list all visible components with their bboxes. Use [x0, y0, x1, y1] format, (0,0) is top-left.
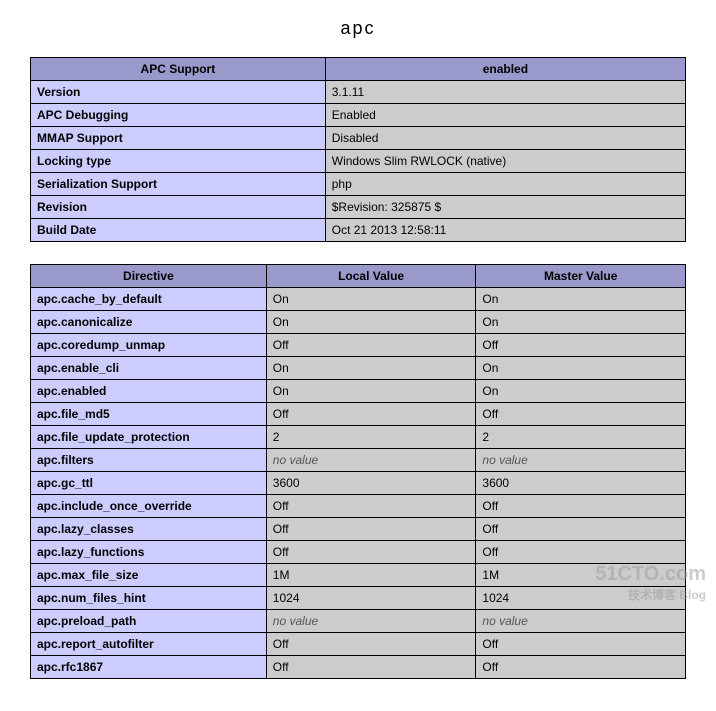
directive-name: apc.rfc1867 — [31, 656, 267, 679]
master-value: Off — [476, 334, 686, 357]
support-value: php — [325, 173, 685, 196]
directive-table: Directive Local Value Master Value apc.c… — [30, 264, 686, 679]
master-value: On — [476, 357, 686, 380]
directive-name: apc.report_autofilter — [31, 633, 267, 656]
local-value: On — [266, 380, 476, 403]
support-label: APC Debugging — [31, 104, 326, 127]
table-row: apc.report_autofilterOffOff — [31, 633, 686, 656]
table-row: apc.cache_by_defaultOnOn — [31, 288, 686, 311]
table-row: apc.lazy_functionsOffOff — [31, 541, 686, 564]
support-value: Oct 21 2013 12:58:11 — [325, 219, 685, 242]
table-row: APC DebuggingEnabled — [31, 104, 686, 127]
directive-name: apc.num_files_hint — [31, 587, 267, 610]
table-row: Revision$Revision: 325875 $ — [31, 196, 686, 219]
support-label: Locking type — [31, 150, 326, 173]
local-value: Off — [266, 541, 476, 564]
local-value: Off — [266, 518, 476, 541]
local-value: 3600 — [266, 472, 476, 495]
master-value: Off — [476, 518, 686, 541]
master-value: 1024 — [476, 587, 686, 610]
support-label: Version — [31, 81, 326, 104]
local-value: On — [266, 288, 476, 311]
directive-name: apc.file_update_protection — [31, 426, 267, 449]
directive-name: apc.lazy_classes — [31, 518, 267, 541]
master-value: 2 — [476, 426, 686, 449]
support-header-left: APC Support — [31, 58, 326, 81]
table-row: apc.file_md5OffOff — [31, 403, 686, 426]
table-row: apc.max_file_size1M1M — [31, 564, 686, 587]
directive-name: apc.include_once_override — [31, 495, 267, 518]
table-row: apc.lazy_classesOffOff — [31, 518, 686, 541]
local-value: Off — [266, 495, 476, 518]
local-value: 1M — [266, 564, 476, 587]
support-value: Windows Slim RWLOCK (native) — [325, 150, 685, 173]
local-value: Off — [266, 633, 476, 656]
master-value: Off — [476, 495, 686, 518]
table-row: apc.canonicalizeOnOn — [31, 311, 686, 334]
local-value: Off — [266, 403, 476, 426]
support-header-right: enabled — [325, 58, 685, 81]
directive-name: apc.enable_cli — [31, 357, 267, 380]
table-row: apc.coredump_unmapOffOff — [31, 334, 686, 357]
master-value: 1M — [476, 564, 686, 587]
support-label: Serialization Support — [31, 173, 326, 196]
master-value: On — [476, 288, 686, 311]
local-value: Off — [266, 334, 476, 357]
directive-name: apc.enabled — [31, 380, 267, 403]
directive-name: apc.gc_ttl — [31, 472, 267, 495]
table-row: Build DateOct 21 2013 12:58:11 — [31, 219, 686, 242]
local-value: 2 — [266, 426, 476, 449]
local-value: 1024 — [266, 587, 476, 610]
local-value: On — [266, 357, 476, 380]
table-row: Version3.1.11 — [31, 81, 686, 104]
table-row: apc.enable_cliOnOn — [31, 357, 686, 380]
support-label: MMAP Support — [31, 127, 326, 150]
support-value: 3.1.11 — [325, 81, 685, 104]
support-value: Disabled — [325, 127, 685, 150]
support-value: $Revision: 325875 $ — [325, 196, 685, 219]
table-row: apc.rfc1867OffOff — [31, 656, 686, 679]
table-row: MMAP SupportDisabled — [31, 127, 686, 150]
table-row: apc.filtersno valueno value — [31, 449, 686, 472]
page-title: apc — [30, 18, 686, 39]
table-row: Locking typeWindows Slim RWLOCK (native) — [31, 150, 686, 173]
local-value: Off — [266, 656, 476, 679]
master-value-header: Master Value — [476, 265, 686, 288]
local-value-header: Local Value — [266, 265, 476, 288]
table-row: Serialization Supportphp — [31, 173, 686, 196]
directive-name: apc.lazy_functions — [31, 541, 267, 564]
table-row: apc.enabledOnOn — [31, 380, 686, 403]
directive-name: apc.coredump_unmap — [31, 334, 267, 357]
directive-header: Directive — [31, 265, 267, 288]
local-value: On — [266, 311, 476, 334]
table-row: apc.file_update_protection22 — [31, 426, 686, 449]
table-row: apc.gc_ttl36003600 — [31, 472, 686, 495]
directive-name: apc.file_md5 — [31, 403, 267, 426]
master-value: 3600 — [476, 472, 686, 495]
table-row: apc.include_once_overrideOffOff — [31, 495, 686, 518]
directive-name: apc.cache_by_default — [31, 288, 267, 311]
directive-name: apc.filters — [31, 449, 267, 472]
master-value: Off — [476, 633, 686, 656]
master-value: no value — [476, 449, 686, 472]
master-value: Off — [476, 403, 686, 426]
directive-name: apc.max_file_size — [31, 564, 267, 587]
master-value: Off — [476, 541, 686, 564]
support-label: Revision — [31, 196, 326, 219]
master-value: On — [476, 311, 686, 334]
master-value: Off — [476, 656, 686, 679]
directive-name: apc.canonicalize — [31, 311, 267, 334]
apc-support-table: APC Support enabled Version3.1.11APC Deb… — [30, 57, 686, 242]
support-label: Build Date — [31, 219, 326, 242]
support-value: Enabled — [325, 104, 685, 127]
master-value: On — [476, 380, 686, 403]
table-row: apc.num_files_hint10241024 — [31, 587, 686, 610]
local-value: no value — [266, 449, 476, 472]
